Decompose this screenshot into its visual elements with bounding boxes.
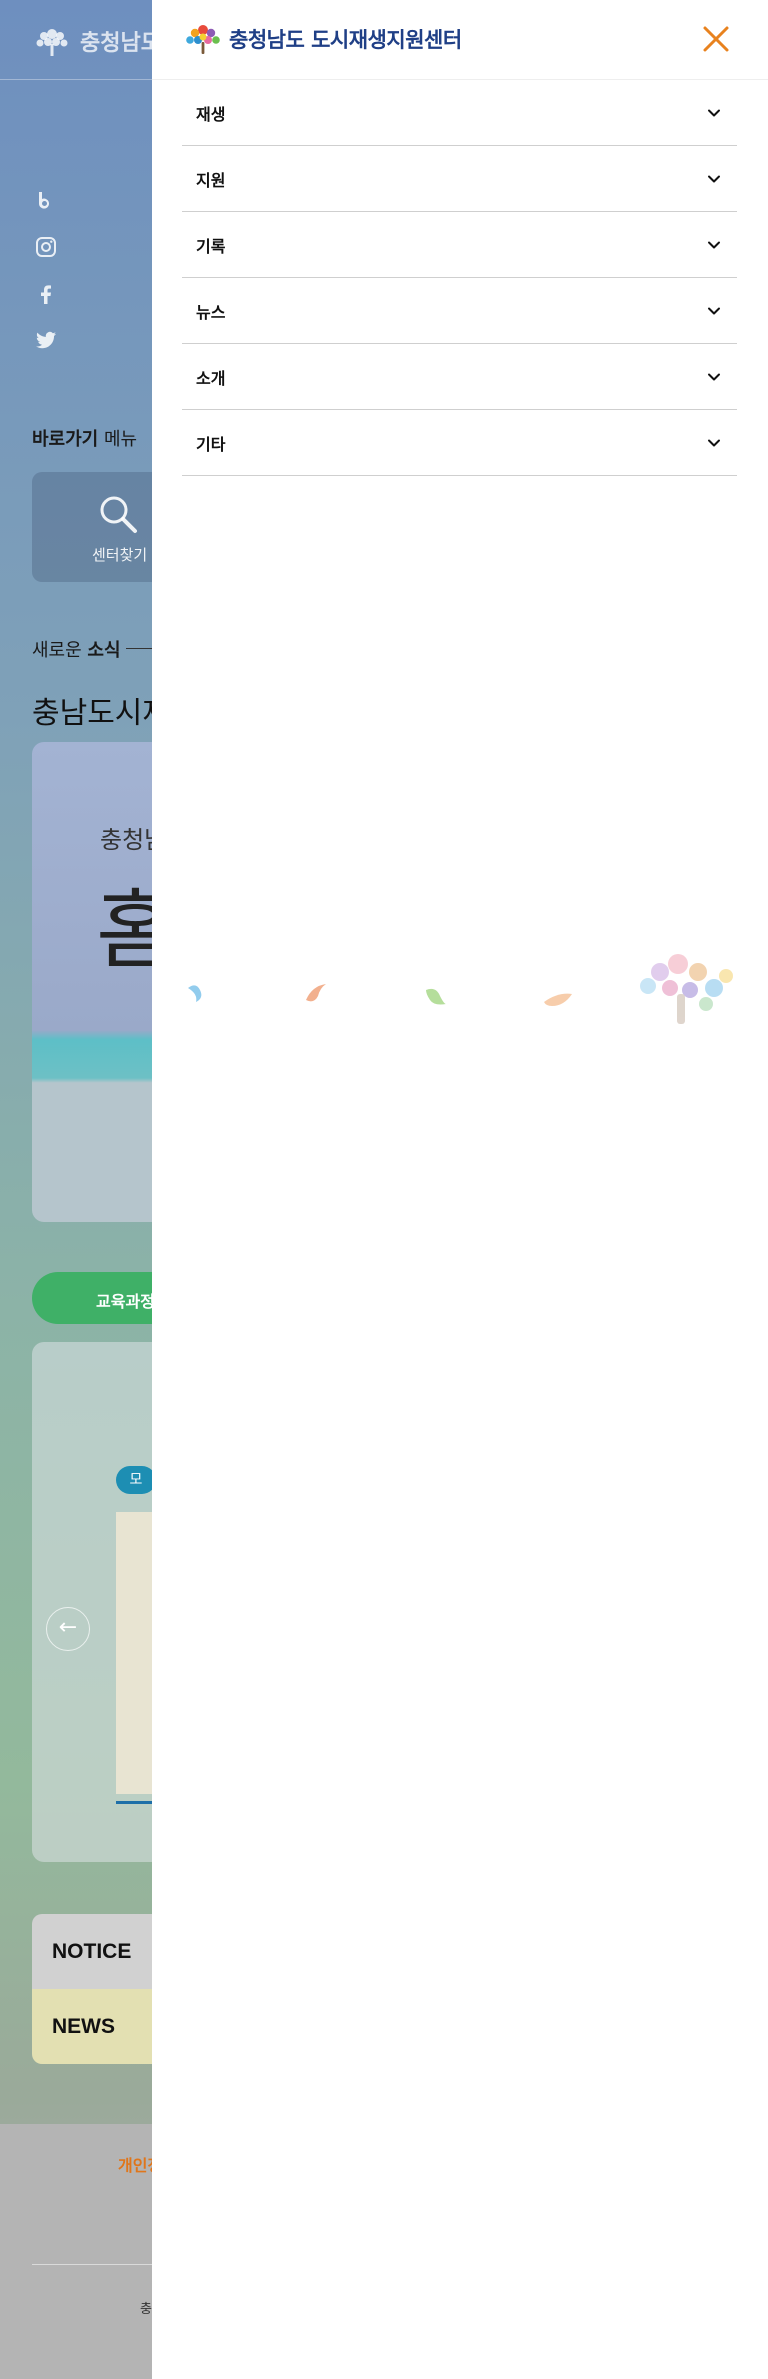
mobile-menu-panel: 충청남도 도시재생지원센터 재생 지원 기록 뉴스 소개 기타 xyxy=(152,0,768,2379)
brand-logo[interactable]: 충청남도 도시재생지원센터 xyxy=(183,22,462,56)
blog-icon[interactable] xyxy=(34,189,58,213)
carousel-prev-arrow-icon[interactable]: ← xyxy=(46,1607,90,1651)
footer-address: 충 xyxy=(140,2302,152,2317)
menu-panel-header: 충청남도 도시재생지원센터 xyxy=(152,0,768,80)
background-logo-text: 충청남도 xyxy=(80,31,161,56)
quick-card-label: 센터찾기 xyxy=(92,546,148,564)
magnifier-icon xyxy=(100,496,137,533)
close-icon[interactable] xyxy=(700,23,732,55)
twitter-icon[interactable] xyxy=(34,328,58,352)
menu-item-about[interactable]: 소개 xyxy=(182,344,737,410)
center-heading: 충남도시재 xyxy=(32,696,170,731)
instagram-icon[interactable] xyxy=(34,235,58,259)
menu-item-support[interactable]: 지원 xyxy=(182,146,737,212)
brand-name: 충청남도 도시재생지원센터 xyxy=(229,28,462,52)
chevron-down-icon xyxy=(708,109,720,116)
menu-item-label: 지원 xyxy=(196,170,226,190)
background-logo: 충청남도 xyxy=(32,24,161,58)
facebook-icon[interactable] xyxy=(34,282,58,306)
flower-logo-icon xyxy=(186,25,220,54)
menu-item-label: 기록 xyxy=(196,236,226,256)
chevron-down-icon xyxy=(708,175,720,182)
flower-logo-icon xyxy=(36,29,68,56)
menu-item-etc[interactable]: 기타 xyxy=(182,410,737,476)
recruit-badge: 모 xyxy=(116,1466,156,1494)
chevron-down-icon xyxy=(708,373,720,380)
menu-item-records[interactable]: 기록 xyxy=(182,212,737,278)
quick-card-center-finder[interactable]: 센터찾기 xyxy=(32,472,172,582)
news-section-title: 새로운 소식 xyxy=(32,640,121,661)
chevron-down-icon xyxy=(708,307,720,314)
menu-item-label: 기타 xyxy=(196,434,226,454)
menu-item-label: 뉴스 xyxy=(196,302,226,322)
main-menu-list: 재생 지원 기록 뉴스 소개 기타 xyxy=(182,80,737,476)
petal-decoration-icon xyxy=(188,954,733,1024)
chevron-down-icon xyxy=(708,439,720,446)
menu-item-regeneration[interactable]: 재생 xyxy=(182,80,737,146)
menu-item-label: 소개 xyxy=(196,368,226,388)
menu-item-label: 재생 xyxy=(196,104,226,124)
menu-item-news[interactable]: 뉴스 xyxy=(182,278,737,344)
quick-menu-title: 바로가기 메뉴 xyxy=(32,429,138,450)
chevron-down-icon xyxy=(708,241,720,248)
